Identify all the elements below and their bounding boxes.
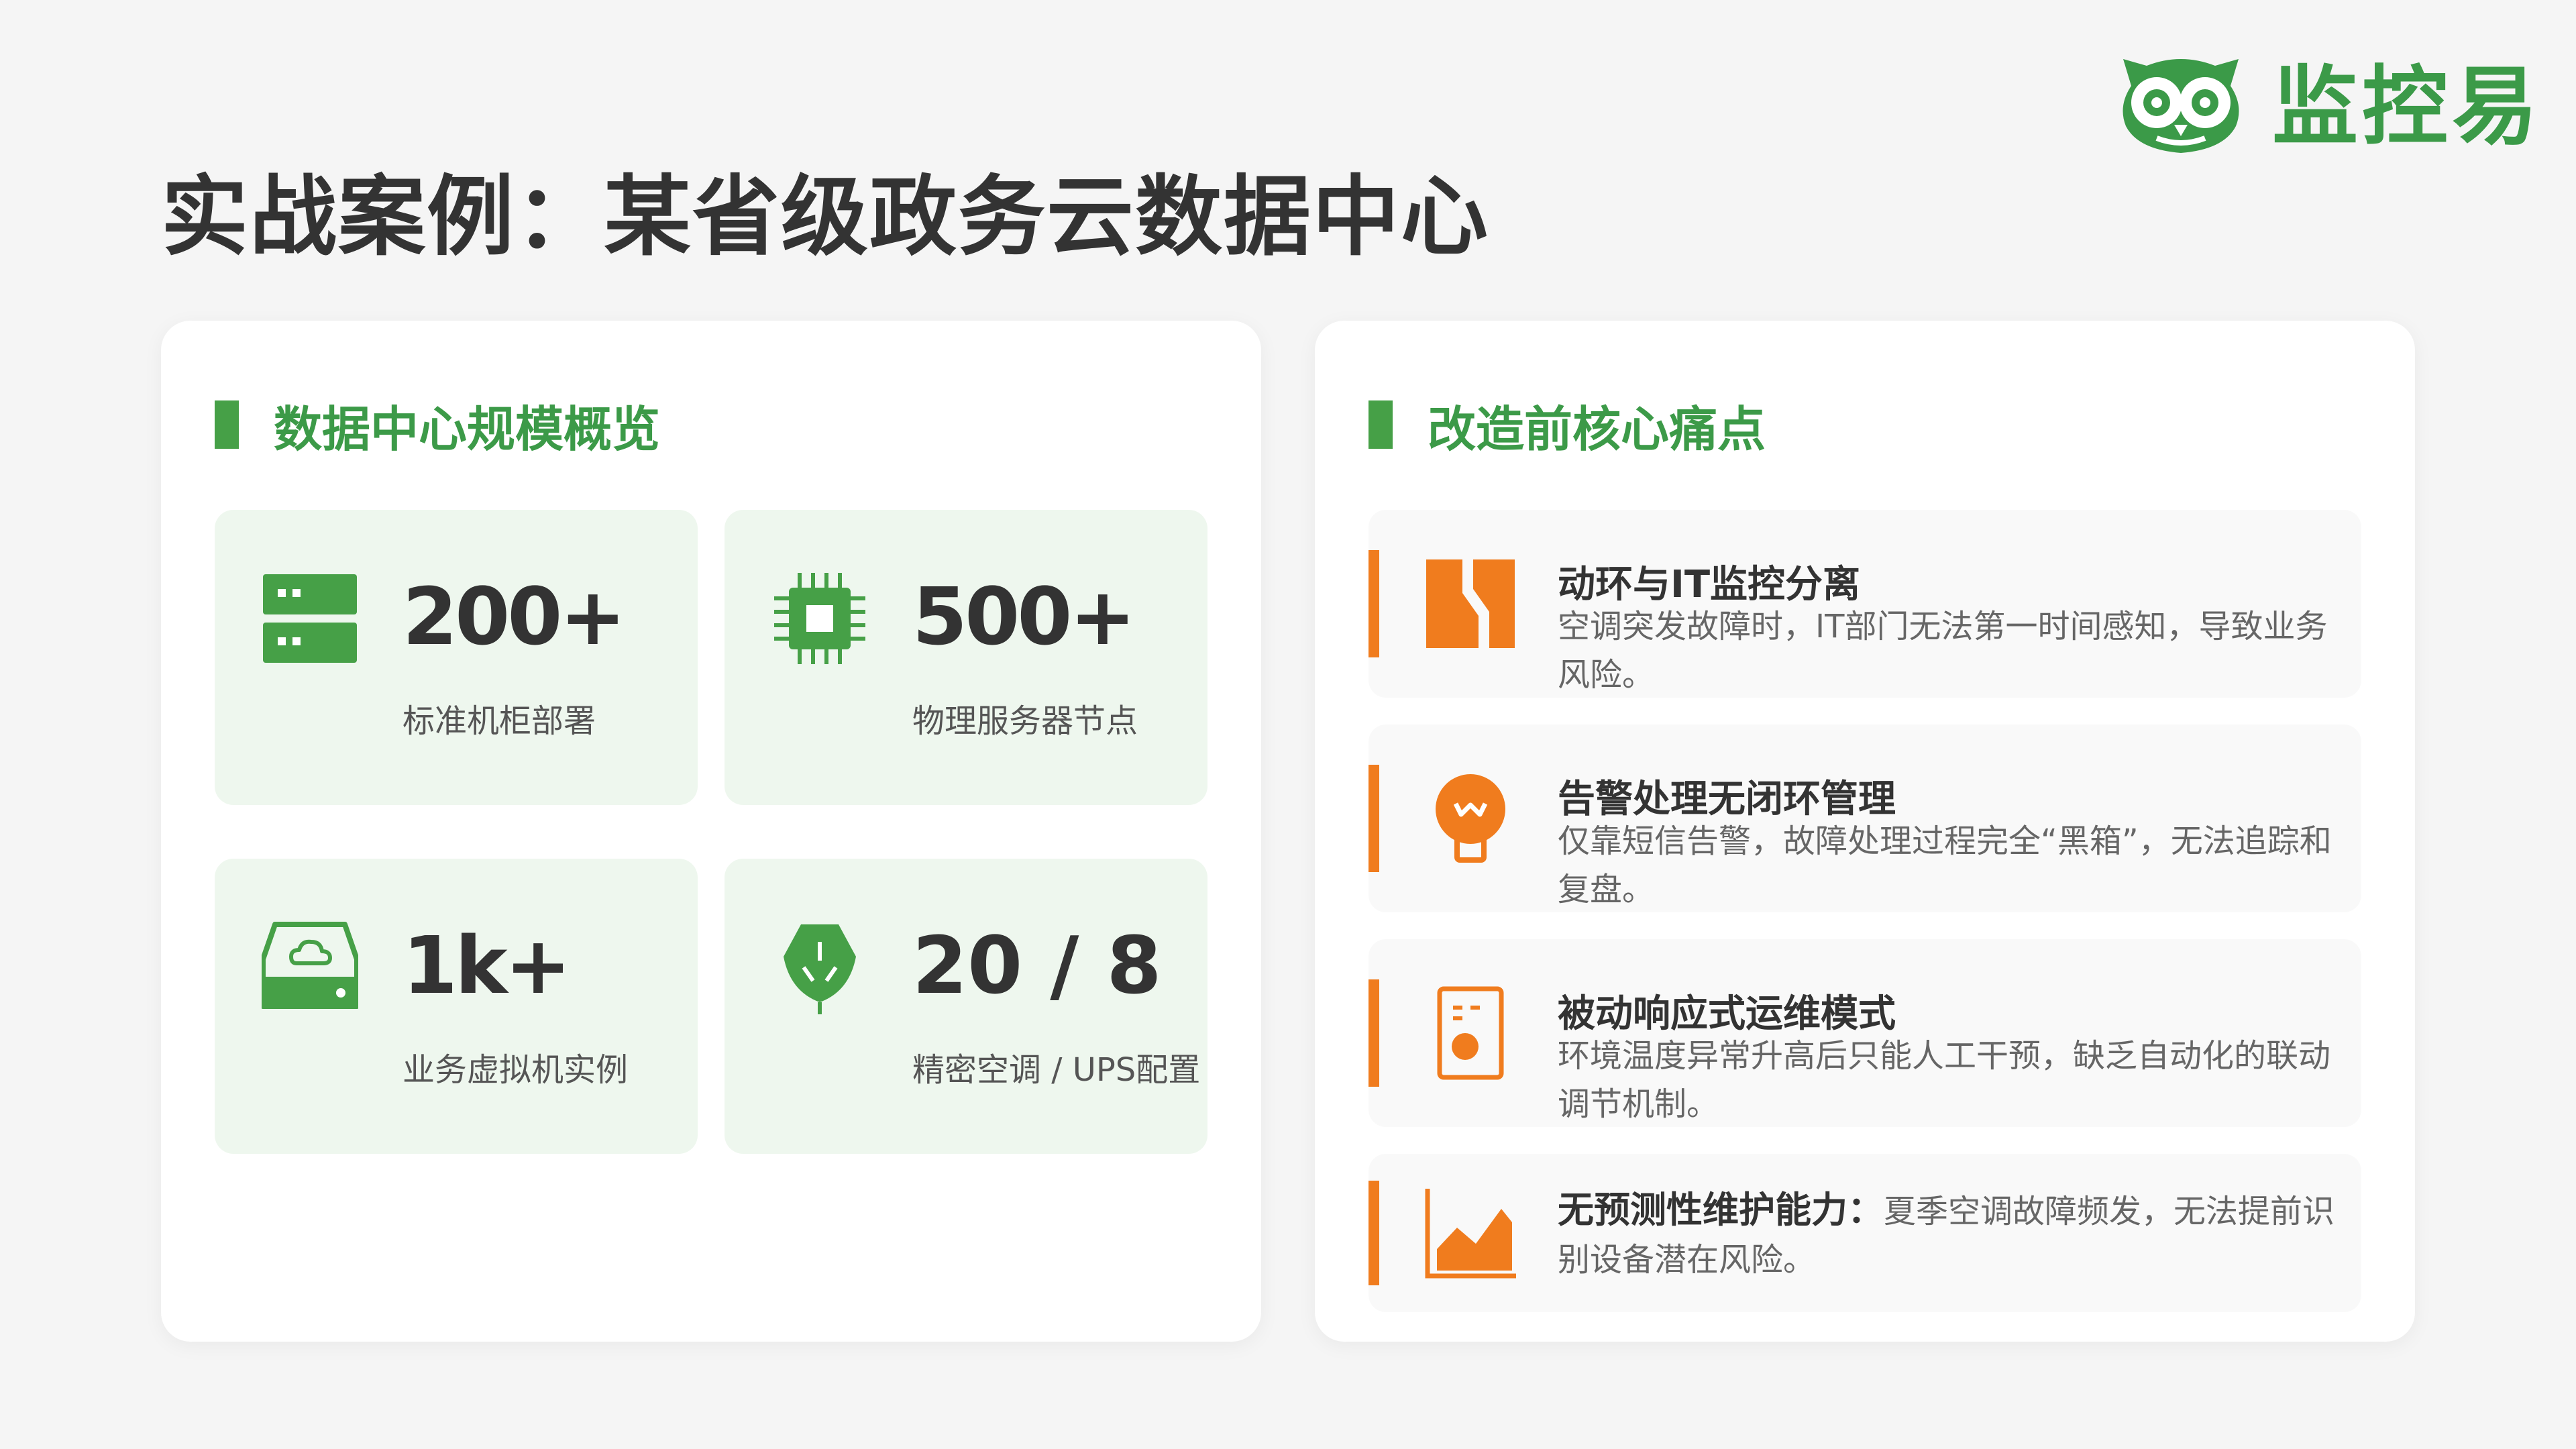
pain-title: 动环与IT监控分离 — [1558, 563, 1861, 606]
stat-card-servers: 500+ 物理服务器节点 — [724, 510, 1208, 805]
pain-point-item: 动环与IT监控分离 空调突发故障时，IT部门无法第一时间感知，导致业务风险。 — [1368, 510, 2361, 698]
stat-label: 标准机柜部署 — [402, 702, 596, 740]
stat-value: 200+ — [402, 570, 626, 663]
pain-accent-bar — [1368, 979, 1379, 1087]
stat-value: 1k+ — [402, 919, 571, 1012]
owl-logo-icon — [2123, 59, 2239, 153]
logo-text: 监控易 — [2272, 56, 2542, 157]
pain-title: 无预测性维护能力： — [1558, 1189, 1884, 1231]
stat-label: 业务虚拟机实例 — [402, 1051, 629, 1089]
pain-point-item: 被动响应式运维模式 环境温度异常升高后只能人工干预，缺乏自动化的联动调节机制。 — [1368, 939, 2361, 1127]
pain-description: 仅靠短信告警，故障处理过程完全“黑箱”，无法追踪和复盘。 — [1558, 822, 2332, 908]
stat-label: 物理服务器节点 — [912, 702, 1138, 740]
section-title: 改造前核心痛点 — [1428, 400, 1766, 458]
stat-value: 20 / 8 — [912, 919, 1162, 1012]
stat-card-cooling-ups: 20 / 8 精密空调 / UPS配置 — [724, 859, 1208, 1154]
pain-point-item: 告警处理无闭环管理 仅靠短信告警，故障处理过程完全“黑箱”，无法追踪和复盘。 — [1368, 724, 2361, 912]
leaf-shield-icon — [784, 924, 856, 1014]
section-accent-bar — [1368, 400, 1393, 449]
pain-description: 环境温度异常升高后只能人工干预，缺乏自动化的联动调节机制。 — [1558, 1037, 2331, 1123]
server-rack-icon — [263, 574, 357, 663]
area-chart-icon — [1425, 1189, 1516, 1279]
stat-card-cabinets: 200+ 标准机柜部署 — [215, 510, 698, 805]
speaker-device-icon — [1437, 986, 1504, 1080]
pain-title: 告警处理无闭环管理 — [1558, 777, 1896, 821]
pain-accent-bar — [1368, 1181, 1379, 1285]
pain-accent-bar — [1368, 765, 1379, 872]
section-header: 改造前核心痛点 — [1368, 394, 1766, 458]
brand-logo: 监控易 — [2110, 35, 2542, 162]
pain-point-item: 无预测性维护能力：夏季空调故障频发，无法提前识别设备潜在风险。 — [1368, 1154, 2361, 1312]
lightbulb-icon — [1436, 774, 1505, 863]
section-header: 数据中心规模概览 — [215, 394, 660, 458]
split-blocks-icon — [1426, 559, 1515, 648]
stat-card-vms: 1k+ 业务虚拟机实例 — [215, 859, 698, 1154]
section-title: 数据中心规模概览 — [274, 400, 661, 458]
stat-label: 精密空调 / UPS配置 — [912, 1051, 1201, 1089]
pain-title: 被动响应式运维模式 — [1558, 992, 1896, 1036]
cpu-chip-icon — [774, 573, 865, 664]
page-title: 实战案例：某省级政务云数据中心 — [161, 166, 1490, 268]
pain-points-panel: 改造前核心痛点 动环与IT监控分离 空调突发故障时，IT部门无法第一时间感知，导… — [1315, 321, 2415, 1342]
scale-overview-panel: 数据中心规模概览 200+ 标准机柜部署 500+ 物理服务器节点 1k+ 业务… — [161, 321, 1261, 1342]
pain-accent-bar — [1368, 550, 1379, 657]
pain-description: 空调突发故障时，IT部门无法第一时间感知，导致业务风险。 — [1558, 608, 2328, 694]
stat-value: 500+ — [912, 570, 1136, 663]
pain-description: 无预测性维护能力：夏季空调故障频发，无法提前识别设备潜在风险。 — [1558, 1186, 2343, 1284]
section-accent-bar — [215, 400, 239, 449]
cloud-drive-icon — [262, 922, 358, 1009]
